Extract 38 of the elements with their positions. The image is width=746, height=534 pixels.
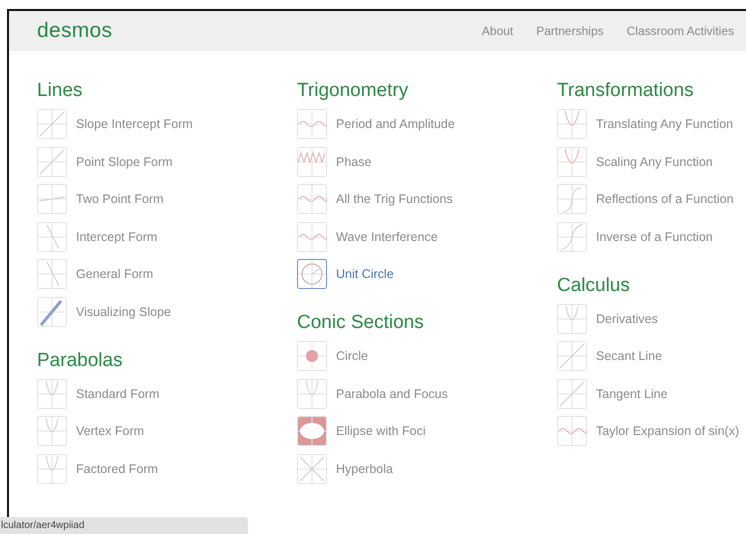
activity-link[interactable]: General Form xyxy=(76,267,154,281)
activity-link[interactable]: Circle xyxy=(336,349,368,363)
logo[interactable]: desmos xyxy=(37,19,112,43)
activity-link[interactable]: Unit Circle xyxy=(336,267,394,281)
activity-link[interactable]: Slope Intercept Form xyxy=(76,117,193,131)
activity-link[interactable]: Taylor Expansion of sin(x) xyxy=(596,424,740,438)
activity-link[interactable]: Ellipse with Foci xyxy=(336,424,426,438)
activity-link[interactable]: Intercept Form xyxy=(76,230,158,244)
nav-link[interactable]: Partnerships xyxy=(536,24,604,38)
activity-link[interactable]: Wave Interference xyxy=(336,230,438,244)
activity-link[interactable]: Derivatives xyxy=(596,312,658,326)
nav-link[interactable]: About xyxy=(482,24,514,38)
section-heading: Conic Sections xyxy=(297,311,425,335)
activity-link[interactable]: Two Point Form xyxy=(76,192,164,206)
section-heading: Transformations xyxy=(557,79,695,103)
activity-link[interactable]: Scaling Any Function xyxy=(596,154,713,168)
activity-link[interactable]: Inverse of a Function xyxy=(596,230,713,244)
activity-link[interactable]: Secant Line xyxy=(596,349,662,363)
activity-link[interactable]: Reflections of a Function xyxy=(596,192,734,206)
section-heading: Calculus xyxy=(557,274,631,298)
activity-link[interactable]: Phase xyxy=(336,154,372,168)
activity-link[interactable]: Visualizing Slope xyxy=(76,304,171,318)
section-heading: Lines xyxy=(37,79,84,103)
status-bar-url: lculator/aer4wpiiad xyxy=(0,517,248,534)
activity-link[interactable]: Parabola and Focus xyxy=(336,386,448,400)
activity-link[interactable]: Hyperbola xyxy=(336,462,393,476)
activity-link[interactable]: Translating Any Function xyxy=(596,117,734,131)
section-heading: Trigonometry xyxy=(297,79,410,103)
activity-link[interactable]: Tangent Line xyxy=(596,386,668,400)
activity-link[interactable]: Period and Amplitude xyxy=(336,117,455,131)
activity-link[interactable]: Standard Form xyxy=(76,386,160,400)
activity-link[interactable]: Vertex Form xyxy=(76,424,144,438)
activity-link[interactable]: All the Trig Functions xyxy=(336,192,453,206)
activity-link[interactable]: Point Slope Form xyxy=(76,154,173,168)
graph-thumbnail-icon[interactable] xyxy=(297,259,327,289)
activity-link[interactable]: Factored Form xyxy=(76,462,158,476)
nav-link[interactable]: Classroom Activities xyxy=(626,24,734,38)
section-heading: Parabolas xyxy=(37,348,124,372)
